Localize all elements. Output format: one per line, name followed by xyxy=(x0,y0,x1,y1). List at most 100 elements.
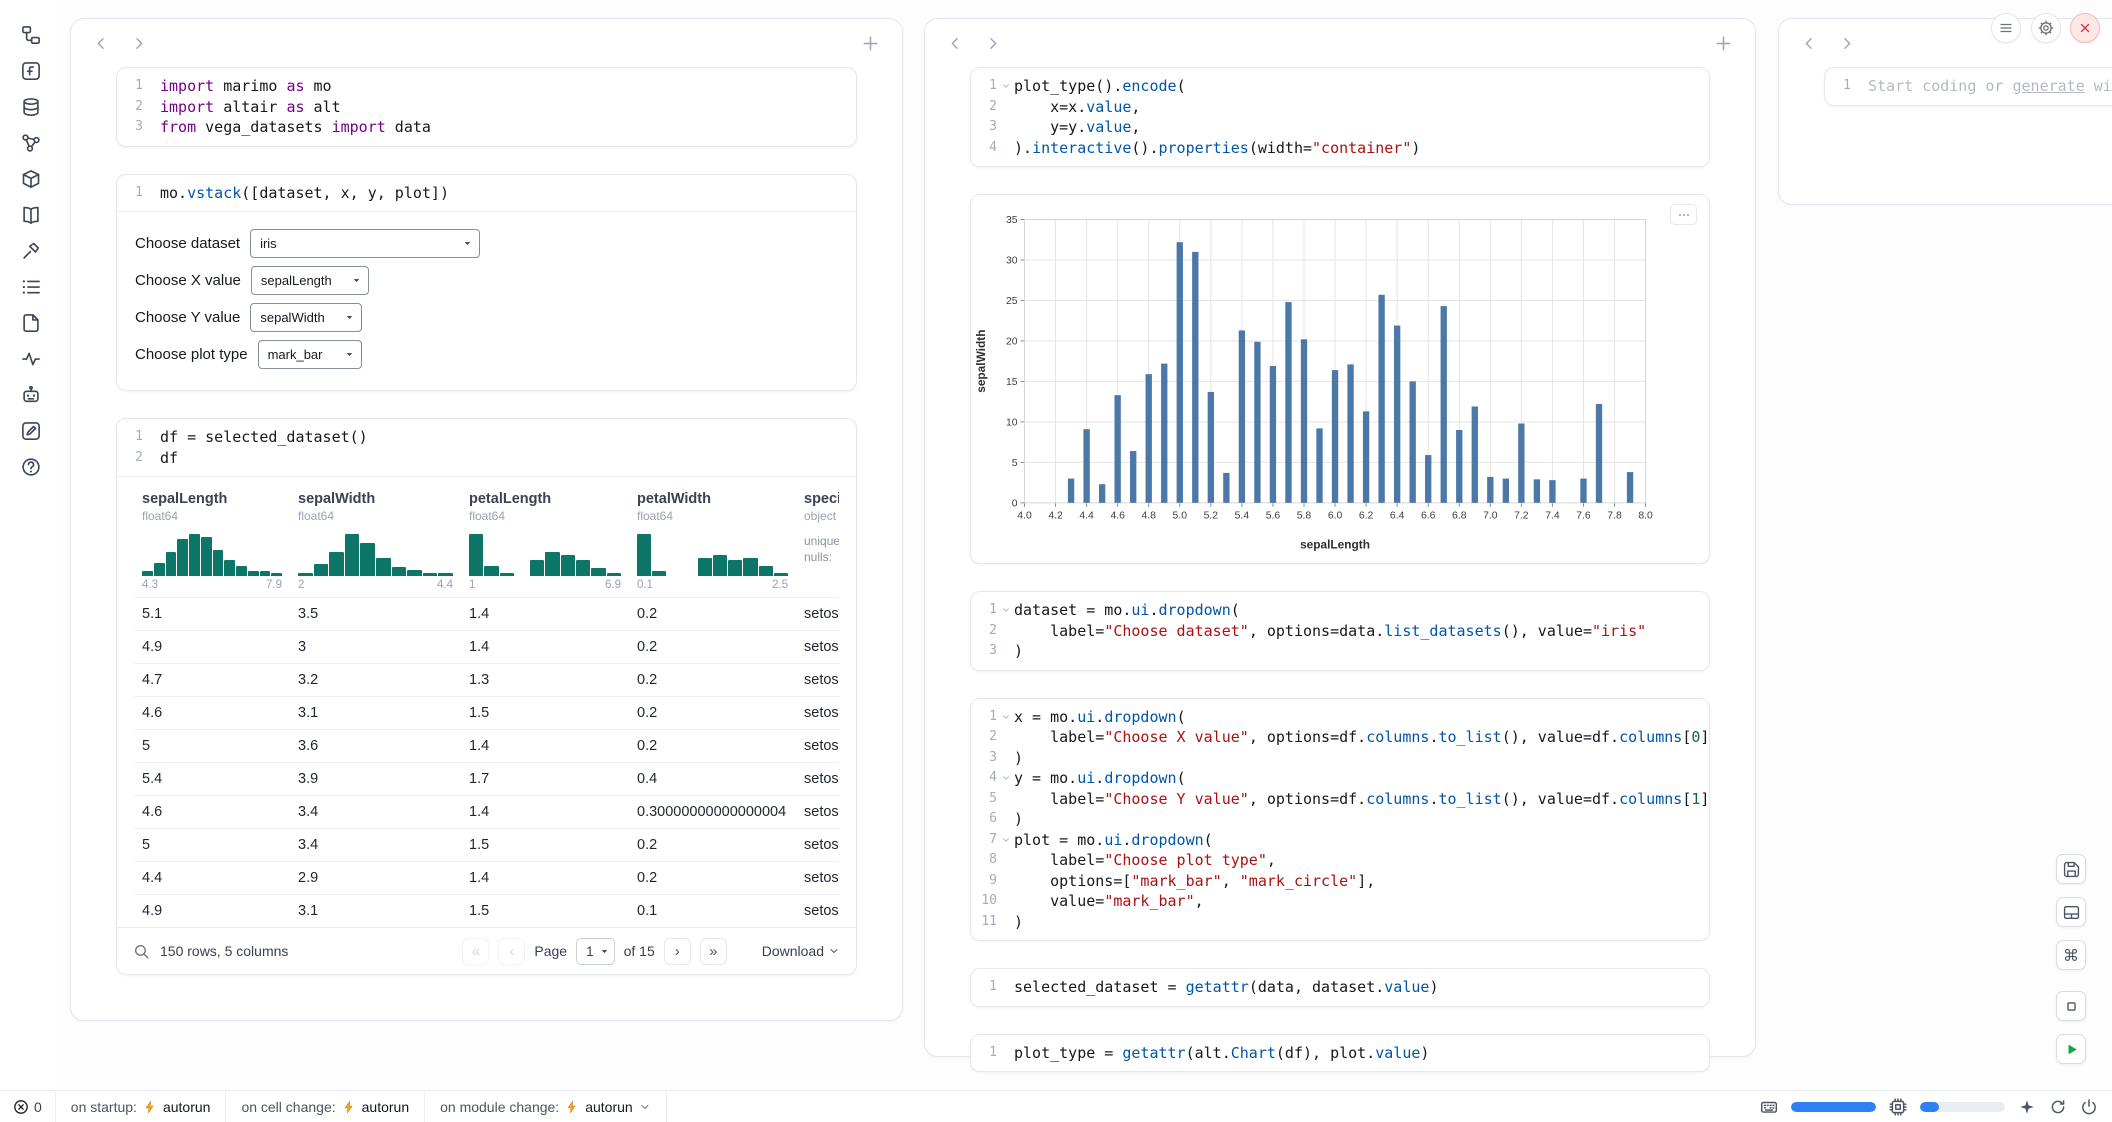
sidebar-item-snippets[interactable] xyxy=(16,310,46,336)
code-line[interactable]: 1dataset = mo.ui.dropdown( xyxy=(971,600,1709,621)
code-line[interactable]: 1import marimo as mo xyxy=(117,76,856,97)
y-value-dropdown[interactable]: sepalWidth xyxy=(250,303,362,332)
sidebar-item-scratchpad[interactable] xyxy=(16,418,46,444)
errors-indicator[interactable]: 0 xyxy=(0,1091,56,1122)
move-column-right-button[interactable] xyxy=(984,35,1001,52)
save-button[interactable] xyxy=(2056,854,2086,884)
column-header-species[interactable]: speciesobjectunique:nulls: xyxy=(796,477,839,597)
fold-chevron-icon[interactable] xyxy=(997,830,1014,851)
cell-plot-type[interactable]: 1plot_type = getattr(alt.Chart(df), plot… xyxy=(970,1034,1710,1073)
code-line[interactable]: 8 label="Choose plot type", xyxy=(971,850,1709,871)
runtime-mode-chip[interactable]: on cell change:autorun xyxy=(226,1091,425,1122)
cell-selected-dataset[interactable]: 1selected_dataset = getattr(data, datase… xyxy=(970,968,1710,1007)
sidebar-item-data-sources[interactable] xyxy=(16,94,46,120)
code-line[interactable]: 1mo.vstack([dataset, x, y, plot]) xyxy=(117,183,856,204)
table-row[interactable]: 4.931.40.2setosa xyxy=(134,630,839,663)
last-page-button[interactable]: » xyxy=(700,938,727,965)
code-line[interactable]: 11) xyxy=(971,912,1709,933)
first-page-button[interactable]: « xyxy=(462,938,489,965)
code-line[interactable]: 3from vega_datasets import data xyxy=(117,117,856,138)
x-value-dropdown[interactable]: sepalLength xyxy=(251,266,369,295)
fold-chevron-icon[interactable] xyxy=(997,600,1014,621)
code-editor[interactable]: 1plot_type = getattr(alt.Chart(df), plot… xyxy=(971,1035,1709,1072)
code-line[interactable]: 7plot = mo.ui.dropdown( xyxy=(971,830,1709,851)
table-row[interactable]: 4.63.11.50.2setosa xyxy=(134,696,839,729)
code-line[interactable]: 3 y=y.value, xyxy=(971,117,1709,138)
table-row[interactable]: 4.42.91.40.2setosa xyxy=(134,861,839,894)
fold-chevron-icon[interactable] xyxy=(997,707,1014,728)
sidebar-item-tracing[interactable] xyxy=(16,346,46,372)
column-header-sepalLength[interactable]: sepalLengthfloat644.37.9 xyxy=(134,477,290,597)
cell-df[interactable]: 1df = selected_dataset()2df sepalLengthf… xyxy=(116,418,857,975)
code-editor[interactable]: 1df = selected_dataset()2df xyxy=(117,419,856,476)
cell-vstack[interactable]: 1mo.vstack([dataset, x, y, plot]) Choose… xyxy=(116,174,857,392)
sidebar-item-help[interactable] xyxy=(16,454,46,480)
add-cell-button[interactable] xyxy=(1714,34,1733,53)
code-editor[interactable]: 1x = mo.ui.dropdown(2 label="Choose X va… xyxy=(971,699,1709,941)
plot-type-dropdown[interactable]: mark_bar xyxy=(258,340,362,369)
code-line[interactable]: 2 label="Choose dataset", options=data.l… xyxy=(971,621,1709,642)
copilot-sparkle-icon[interactable] xyxy=(2018,1098,2036,1116)
add-cell-button[interactable] xyxy=(861,34,880,53)
code-line[interactable]: 2df xyxy=(117,448,856,469)
keyboard-icon[interactable] xyxy=(1760,1098,1778,1116)
code-line[interactable]: 4).interactive().properties(width="conta… xyxy=(971,138,1709,159)
runtime-mode-chip[interactable]: on module change:autorun xyxy=(425,1091,667,1122)
code-line[interactable]: 9 options=["mark_bar", "mark_circle"], xyxy=(971,871,1709,892)
download-button[interactable]: Download xyxy=(762,943,840,959)
table-row[interactable]: 5.13.51.40.2setosa xyxy=(134,597,839,630)
column-header-petalLength[interactable]: petalLengthfloat6416.9 xyxy=(461,477,629,597)
layout-button[interactable] xyxy=(2056,897,2086,927)
code-line[interactable]: 1x = mo.ui.dropdown( xyxy=(971,707,1709,728)
sidebar-item-packages[interactable] xyxy=(16,166,46,192)
cell-imports[interactable]: 1import marimo as mo2import altair as al… xyxy=(116,67,857,147)
code-line[interactable]: 1plot_type = getattr(alt.Chart(df), plot… xyxy=(971,1043,1709,1064)
code-editor[interactable]: 1dataset = mo.ui.dropdown(2 label="Choos… xyxy=(971,592,1709,670)
dataset-dropdown[interactable]: iris xyxy=(250,229,480,258)
code-line[interactable]: 1selected_dataset = getattr(data, datase… xyxy=(971,977,1709,998)
table-row[interactable]: 4.73.21.30.2setosa xyxy=(134,663,839,696)
cell-chart-code[interactable]: 1plot_type().encode(2 x=x.value,3 y=y.va… xyxy=(970,67,1710,167)
code-line[interactable]: 10 value="mark_bar", xyxy=(971,891,1709,912)
power-icon[interactable] xyxy=(2080,1098,2098,1116)
table-row[interactable]: 5.43.91.70.4setosa xyxy=(134,762,839,795)
settings-button[interactable] xyxy=(2031,13,2061,43)
column-header-sepalWidth[interactable]: sepalWidthfloat6424.4 xyxy=(290,477,461,597)
cell-xy-plot-dropdowns[interactable]: 1x = mo.ui.dropdown(2 label="Choose X va… xyxy=(970,698,1710,942)
search-icon[interactable] xyxy=(133,943,150,960)
code-editor[interactable]: 1import marimo as mo2import altair as al… xyxy=(117,68,856,146)
code-line[interactable]: 3) xyxy=(971,748,1709,769)
move-column-left-button[interactable] xyxy=(93,35,110,52)
sidebar-item-outline[interactable] xyxy=(16,274,46,300)
notebook-menu-button[interactable] xyxy=(1991,13,2021,43)
code-line[interactable]: 2 label="Choose X value", options=df.col… xyxy=(971,727,1709,748)
column-header-petalWidth[interactable]: petalWidthfloat640.12.5 xyxy=(629,477,796,597)
move-column-right-button[interactable] xyxy=(130,35,147,52)
runtime-mode-chip[interactable]: on startup:autorun xyxy=(56,1091,227,1122)
refresh-icon[interactable] xyxy=(2049,1098,2067,1116)
code-editor[interactable]: 1selected_dataset = getattr(data, datase… xyxy=(971,969,1709,1006)
code-line[interactable]: 2import altair as alt xyxy=(117,97,856,118)
run-all-button[interactable] xyxy=(2056,1034,2086,1064)
table-row[interactable]: 4.63.41.40.30000000000000004setosa xyxy=(134,795,839,828)
altair-chart[interactable]: 4.04.24.44.64.85.05.25.45.65.86.06.26.46… xyxy=(973,204,1707,556)
move-column-right-button[interactable] xyxy=(1838,35,1855,52)
table-row[interactable]: 53.41.50.2setosa xyxy=(134,828,839,861)
sidebar-item-tools[interactable] xyxy=(16,238,46,264)
code-line[interactable]: 3) xyxy=(971,641,1709,662)
fold-chevron-icon[interactable] xyxy=(997,768,1014,789)
code-line[interactable]: 4y = mo.ui.dropdown( xyxy=(971,768,1709,789)
table-row[interactable]: 53.61.40.2setosa xyxy=(134,729,839,762)
fold-chevron-icon[interactable] xyxy=(997,76,1014,97)
code-line[interactable]: 1df = selected_dataset() xyxy=(117,427,856,448)
code-editor[interactable]: 1 Start coding or generate with xyxy=(1825,68,2112,105)
generate-link[interactable]: generate xyxy=(2013,77,2085,95)
chart-actions-button[interactable] xyxy=(1670,204,1697,225)
cell-empty[interactable]: 1 Start coding or generate with xyxy=(1824,67,2112,106)
cell-dataset-dropdown[interactable]: 1dataset = mo.ui.dropdown(2 label="Choos… xyxy=(970,591,1710,671)
next-page-button[interactable]: › xyxy=(664,938,691,965)
code-editor[interactable]: 1mo.vstack([dataset, x, y, plot]) xyxy=(117,175,856,212)
code-line[interactable]: 2 x=x.value, xyxy=(971,97,1709,118)
table-row[interactable]: 4.93.11.50.1setosa xyxy=(134,894,839,927)
move-column-left-button[interactable] xyxy=(947,35,964,52)
